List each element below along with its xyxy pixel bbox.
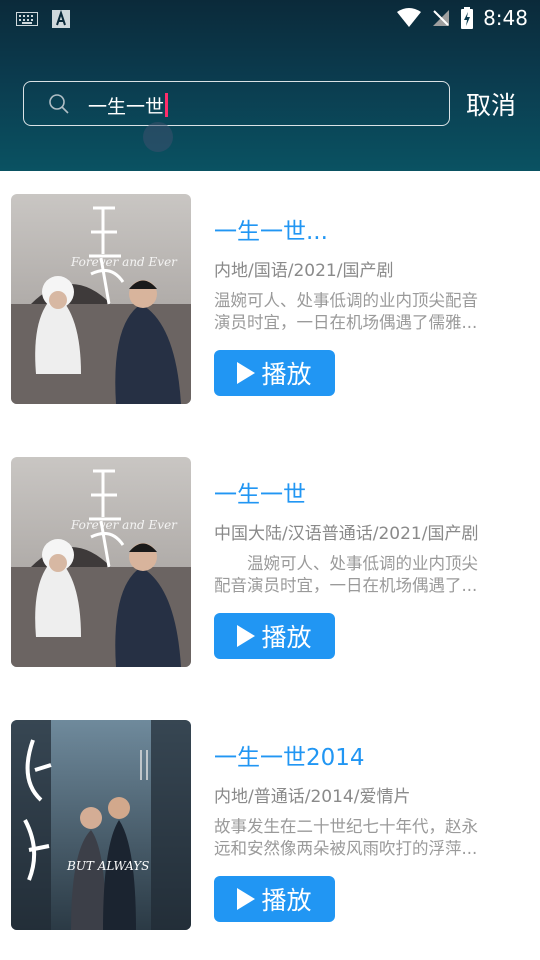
header: 8:48 一生一世 取消: [0, 0, 540, 171]
cancel-button[interactable]: 取消: [466, 86, 516, 122]
result-meta: 内地/国语/2021/国产剧: [214, 261, 394, 281]
keyboard-icon: [16, 12, 38, 26]
play-icon: [237, 625, 256, 647]
result-title[interactable]: 一生一世: [214, 475, 306, 509]
search-icon: [49, 94, 69, 114]
status-time: 8:48: [483, 6, 528, 30]
poster-caption: BUT ALWAYS: [66, 859, 149, 873]
touch-indicator: [143, 122, 173, 152]
play-button[interactable]: 播放: [214, 350, 335, 396]
result-meta: 内地/普通话/2014/爱情片: [214, 787, 411, 807]
result-title[interactable]: 一生一世...: [214, 212, 328, 246]
battery-icon: [461, 7, 474, 29]
list-item[interactable]: Forever and Ever 一生一世 中国大陆/汉语普通话/2021/国产…: [0, 457, 540, 669]
list-item[interactable]: BUT ALWAYS 一生一世2014 内地/普通话/2014/爱情片 故事发生…: [0, 720, 540, 932]
result-meta: 中国大陆/汉语普通话/2021/国产剧: [214, 524, 479, 544]
result-description: 温婉可人、处事低调的业内顶尖配音 演员时宜，一日在机场偶遇了儒雅...: [214, 291, 478, 332]
play-icon: [237, 888, 256, 910]
list-item[interactable]: Forever and Ever 一生一世... 内地/国语/2021/国产剧 …: [0, 194, 540, 406]
status-bar: 8:48: [0, 0, 540, 36]
play-icon: [237, 362, 256, 384]
poster-caption: Forever and Ever: [70, 518, 178, 532]
result-description: 故事发生在二十世纪七十年代，赵永 远和安然像两朵被风雨吹打的浮萍...: [214, 817, 478, 858]
play-button[interactable]: 播放: [214, 613, 335, 659]
play-button[interactable]: 播放: [214, 876, 335, 922]
search-input[interactable]: 一生一世: [23, 81, 450, 126]
wifi-icon: [397, 8, 422, 27]
result-description: 温婉可人、处事低调的业内顶尖 配音演员时宜，一日在机场偶遇了...: [214, 554, 478, 595]
search-query: 一生一世: [88, 92, 169, 119]
result-title[interactable]: 一生一世2014: [214, 738, 365, 772]
poster-caption: Forever and Ever: [70, 255, 178, 269]
input-method-icon: [52, 10, 70, 28]
text-caret: [165, 93, 169, 117]
poster-image[interactable]: BUT ALWAYS: [11, 720, 191, 930]
poster-image[interactable]: Forever and Ever: [11, 194, 191, 404]
no-signal-icon: [433, 10, 450, 26]
poster-image[interactable]: Forever and Ever: [11, 457, 191, 667]
